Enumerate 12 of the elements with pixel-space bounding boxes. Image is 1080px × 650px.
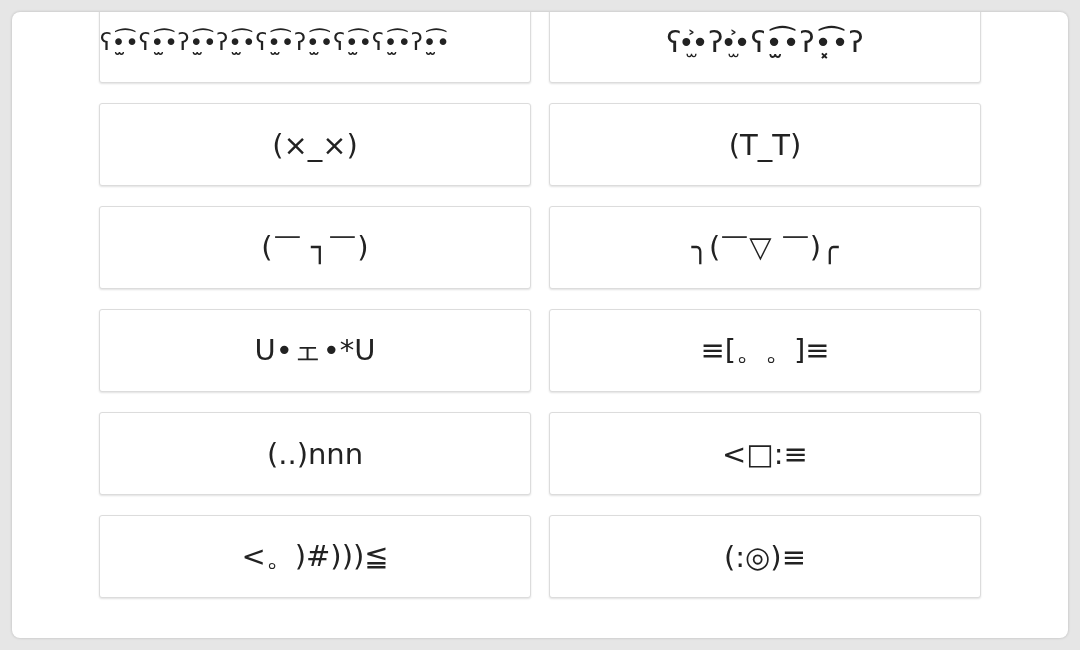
kaomoji-button[interactable]: (×_×) — [99, 103, 531, 186]
kaomoji-button[interactable]: ʕ•̫͐•ʔ•̫͐•ʕ•̫͡•ʔ•͓͡•ʔ — [549, 12, 981, 83]
kaomoji-button[interactable]: <□:≡ — [549, 412, 981, 495]
kaomoji-button[interactable]: (:◎)≡ — [549, 515, 981, 598]
kaomoji-button[interactable]: <。)#)))≦ — [99, 515, 531, 598]
kaomoji-button[interactable]: ʕ•̫͡•ʕ•̫͡•ʔ•̫͡•ʔ•̫͡•ʕ•̫͡•ʔ•̫͡•ʕ•̫͡•ʕ•̫͡•ʔ•̫͡• — [99, 12, 531, 83]
kaomoji-button[interactable]: ╮(￣▽ ￣)╭ — [549, 206, 981, 289]
kaomoji-button[interactable]: U•ェ•*U — [99, 309, 531, 392]
kaomoji-button[interactable]: (T_T) — [549, 103, 981, 186]
kaomoji-button[interactable]: (￣ ┐￣) — [99, 206, 531, 289]
kaomoji-button[interactable]: ≡[。。]≡ — [549, 309, 981, 392]
kaomoji-button[interactable]: (..)nnn — [99, 412, 531, 495]
